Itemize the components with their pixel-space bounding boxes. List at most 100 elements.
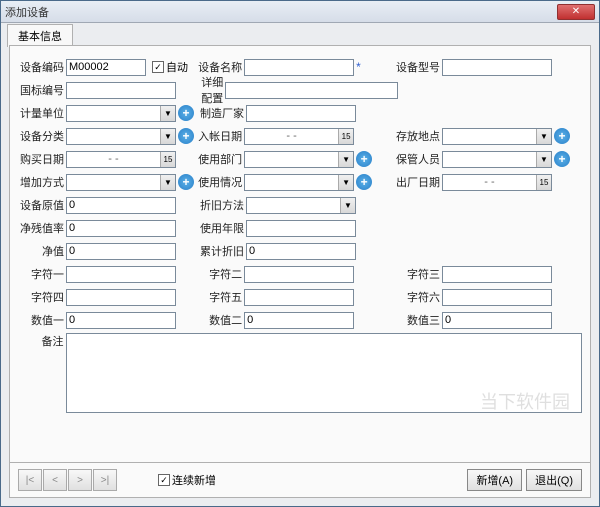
label-num2: 数值二	[196, 312, 244, 328]
str6-input[interactable]	[442, 289, 552, 306]
chevron-down-icon: ▼	[536, 129, 551, 144]
titlebar: 添加设备 ✕	[1, 1, 599, 23]
label-str2: 字符二	[196, 266, 244, 282]
label-use-status: 使用情况	[196, 174, 244, 190]
use-status-combo[interactable]: ▼	[244, 174, 354, 191]
label-remark: 备注	[18, 333, 66, 349]
form-panel: 设备编码 ✓ 自动 设备名称 * 设备型号 国标编号	[9, 45, 591, 465]
required-star-icon: *	[356, 60, 361, 74]
footer-bar: |< < > >| ✓ 连续新增 新增(A) 退出(Q)	[9, 462, 591, 498]
net-value-input[interactable]	[66, 243, 176, 260]
depreciation-method-combo[interactable]: ▼	[246, 197, 356, 214]
label-store-location: 存放地点	[394, 128, 442, 144]
add-method-combo[interactable]: ▼	[66, 174, 176, 191]
close-icon: ✕	[572, 6, 580, 17]
national-code-input[interactable]	[66, 82, 176, 99]
chevron-down-icon: ▼	[160, 106, 175, 121]
add-method-button[interactable]: +	[178, 174, 194, 190]
device-code-input[interactable]	[66, 59, 146, 76]
label-str3: 字符三	[394, 266, 442, 282]
label-unit: 计量单位	[18, 105, 66, 121]
tab-basic-info[interactable]: 基本信息	[7, 24, 73, 47]
chevron-down-icon: ▼	[338, 152, 353, 167]
label-device-model: 设备型号	[394, 59, 442, 75]
device-model-input[interactable]	[442, 59, 552, 76]
label-entry-date: 入帐日期	[196, 128, 244, 144]
chevron-down-icon: ▼	[536, 152, 551, 167]
device-category-combo[interactable]: ▼	[66, 128, 176, 145]
chevron-down-icon: ▼	[160, 129, 175, 144]
label-use-dept: 使用部门	[196, 151, 244, 167]
num2-input[interactable]	[244, 312, 354, 329]
label-original-value: 设备原值	[18, 197, 66, 213]
use-dept-combo[interactable]: ▼	[244, 151, 354, 168]
label-national-code: 国标编号	[18, 82, 66, 98]
use-years-input[interactable]	[246, 220, 356, 237]
label-manufacturer: 制造厂家	[198, 105, 246, 121]
device-name-input[interactable]	[244, 59, 354, 76]
label-accum-depreciation: 累计折旧	[198, 243, 246, 259]
factory-date-picker[interactable]: - -15	[442, 174, 552, 191]
continuous-add-checkbox[interactable]: ✓	[158, 474, 170, 486]
label-factory-date: 出厂日期	[394, 174, 442, 190]
add-location-button[interactable]: +	[554, 128, 570, 144]
str2-input[interactable]	[244, 266, 354, 283]
add-button[interactable]: 新增(A)	[467, 469, 522, 491]
remark-textarea[interactable]	[66, 333, 582, 413]
add-keeper-button[interactable]: +	[554, 151, 570, 167]
label-str4: 字符四	[18, 289, 66, 305]
label-net-value: 净值	[18, 243, 66, 259]
store-location-combo[interactable]: ▼	[442, 128, 552, 145]
window-title: 添加设备	[5, 4, 557, 20]
purchase-date-picker[interactable]: - -15	[66, 151, 176, 168]
entry-date-picker[interactable]: - -15	[244, 128, 354, 145]
label-device-code: 设备编码	[18, 59, 66, 75]
label-keeper: 保管人员	[394, 151, 442, 167]
label-device-name: 设备名称	[196, 59, 244, 75]
add-dept-button[interactable]: +	[356, 151, 372, 167]
original-value-input[interactable]	[66, 197, 176, 214]
nav-first-button[interactable]: |<	[18, 469, 42, 491]
label-str6: 字符六	[394, 289, 442, 305]
manufacturer-input[interactable]	[246, 105, 356, 122]
label-device-category: 设备分类	[18, 128, 66, 144]
label-str1: 字符一	[18, 266, 66, 282]
str5-input[interactable]	[244, 289, 354, 306]
label-str5: 字符五	[196, 289, 244, 305]
label-continuous-add: 连续新增	[172, 472, 216, 488]
calendar-icon: 15	[536, 175, 551, 190]
calendar-icon: 15	[338, 129, 353, 144]
salvage-rate-input[interactable]	[66, 220, 176, 237]
num1-input[interactable]	[66, 312, 176, 329]
num3-input[interactable]	[442, 312, 552, 329]
add-unit-button[interactable]: +	[178, 105, 194, 121]
label-add-method: 增加方式	[18, 174, 66, 190]
str1-input[interactable]	[66, 266, 176, 283]
tab-strip: 基本信息	[1, 23, 599, 45]
add-status-button[interactable]: +	[356, 174, 372, 190]
calendar-icon: 15	[160, 152, 175, 167]
label-num3: 数值三	[394, 312, 442, 328]
label-num1: 数值一	[18, 312, 66, 328]
keeper-combo[interactable]: ▼	[442, 151, 552, 168]
dialog-window: 添加设备 ✕ 基本信息 设备编码 ✓ 自动 设备名称 * 设备型号	[0, 0, 600, 507]
chevron-down-icon: ▼	[340, 198, 355, 213]
accum-depreciation-input[interactable]	[246, 243, 356, 260]
detail-config-input[interactable]	[225, 82, 398, 99]
exit-button[interactable]: 退出(Q)	[526, 469, 582, 491]
label-purchase-date: 购买日期	[18, 151, 66, 167]
auto-checkbox[interactable]: ✓	[152, 61, 164, 73]
nav-prev-button[interactable]: <	[43, 469, 67, 491]
unit-combo[interactable]: ▼	[66, 105, 176, 122]
label-auto: 自动	[166, 59, 188, 75]
chevron-down-icon: ▼	[338, 175, 353, 190]
str4-input[interactable]	[66, 289, 176, 306]
str3-input[interactable]	[442, 266, 552, 283]
label-salvage-rate: 净残值率	[18, 220, 66, 236]
close-button[interactable]: ✕	[557, 4, 595, 20]
add-category-button[interactable]: +	[178, 128, 194, 144]
label-use-years: 使用年限	[198, 220, 246, 236]
chevron-down-icon: ▼	[160, 175, 175, 190]
nav-next-button[interactable]: >	[68, 469, 92, 491]
nav-last-button[interactable]: >|	[93, 469, 117, 491]
